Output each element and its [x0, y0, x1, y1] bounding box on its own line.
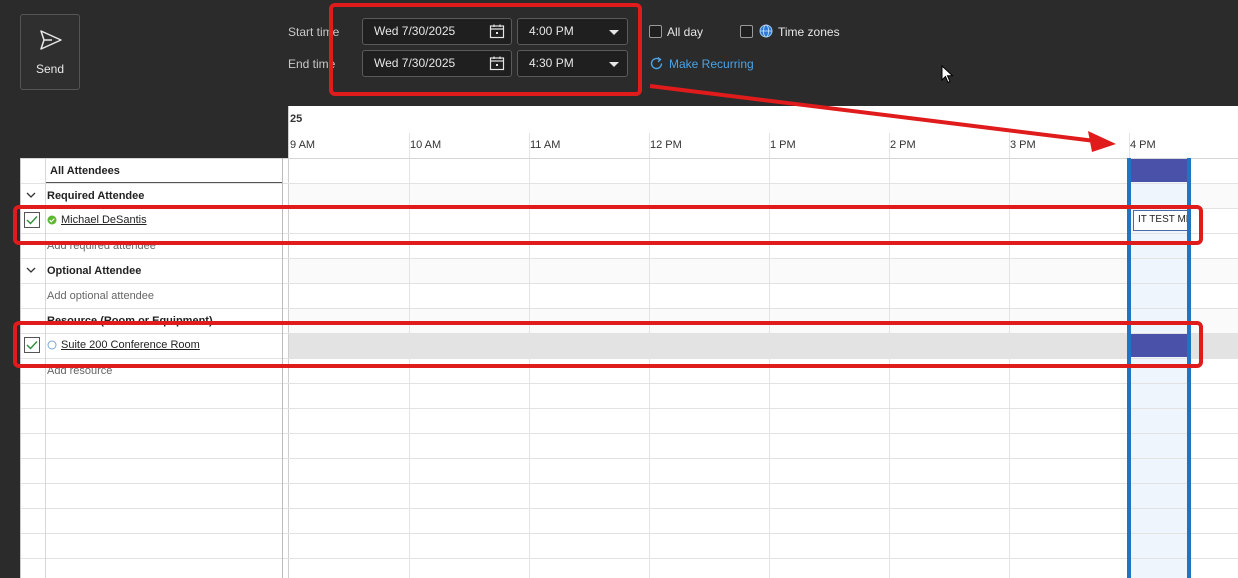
start-time-marker[interactable]: [1127, 158, 1131, 578]
grid-line: [1009, 133, 1010, 578]
end-time-field[interactable]: 4:30 PM: [517, 50, 628, 77]
grid-line: [769, 133, 770, 578]
attendee-checkbox[interactable]: [24, 212, 40, 228]
hour-label: 9 AM: [290, 139, 316, 151]
time-zones-label: Time zones: [778, 25, 840, 39]
send-button[interactable]: Send: [20, 14, 80, 90]
row-divider: [20, 383, 1238, 384]
start-time-label: Start time: [288, 25, 340, 39]
row-divider: [20, 508, 1238, 509]
row-divider: [20, 183, 1238, 184]
add-optional-attendee-input[interactable]: Add optional attendee: [47, 290, 154, 302]
row-divider: [20, 483, 1238, 484]
row-divider: [20, 458, 1238, 459]
end-time-value: 4:30 PM: [529, 56, 574, 70]
row-divider: [20, 208, 1238, 209]
make-recurring-link[interactable]: Make Recurring: [669, 57, 754, 71]
checkmark-icon: [26, 216, 38, 225]
optional-attendee-header: Optional Attendee: [47, 265, 142, 277]
panel-divider: [282, 158, 283, 578]
timeline-date: 25: [290, 113, 303, 125]
resource-busy-block: [1130, 334, 1190, 357]
row-divider: [20, 258, 1238, 259]
end-time-label: End time: [288, 57, 336, 71]
end-date-value: Wed 7/30/2025: [374, 56, 456, 70]
available-status-icon: [47, 215, 57, 225]
start-time-field[interactable]: 4:00 PM: [517, 18, 628, 45]
resource-name[interactable]: Suite 200 Conference Room: [61, 339, 200, 351]
time-zones-checkbox[interactable]: [740, 25, 753, 38]
row-divider: [20, 433, 1238, 434]
row-divider: [20, 533, 1238, 534]
row-divider: [20, 283, 1238, 284]
grid-line: [409, 133, 410, 578]
all-day-label: All day: [667, 25, 704, 39]
unknown-status-icon: [47, 340, 57, 350]
recurring-icon[interactable]: [649, 56, 664, 71]
row-required-header: [288, 183, 1238, 208]
row-divider: [20, 308, 1238, 309]
calendar-icon[interactable]: [489, 23, 505, 39]
end-date-field[interactable]: Wed 7/30/2025: [362, 50, 512, 77]
meeting-block[interactable]: IT TEST ME: [1133, 210, 1190, 231]
row-divider: [20, 558, 1238, 559]
start-date-field[interactable]: Wed 7/30/2025: [362, 18, 512, 45]
add-required-attendee-input[interactable]: Add required attendee: [47, 240, 156, 252]
chevron-down-icon[interactable]: [26, 191, 36, 199]
gutter-border: [45, 158, 46, 578]
start-time-value: 4:00 PM: [529, 24, 574, 38]
add-resource-input[interactable]: Add resource: [47, 365, 112, 377]
grid-line: [529, 133, 530, 578]
resource-busy-row: [288, 333, 1238, 358]
attendee-name[interactable]: Michael DeSantis: [61, 214, 147, 226]
annotation-arrow: [649, 84, 1116, 152]
resource-checkbox[interactable]: [24, 337, 40, 353]
row-divider: [20, 158, 1238, 159]
hour-label: 11 AM: [530, 139, 561, 151]
panel-border: [20, 158, 21, 578]
row-divider: [20, 233, 1238, 234]
hour-label: 10 AM: [410, 139, 442, 151]
calendar-icon[interactable]: [489, 55, 505, 71]
row-divider: [20, 358, 1238, 359]
all-attendees-label: All Attendees: [50, 165, 120, 177]
hour-label: 4 PM: [1130, 139, 1156, 151]
row-divider: [20, 333, 1238, 334]
send-label: Send: [35, 62, 65, 76]
start-date-value: Wed 7/30/2025: [374, 24, 456, 38]
all-attendees-underline: [46, 182, 282, 183]
grid-corner: [20, 106, 288, 158]
chevron-down-icon[interactable]: [609, 62, 619, 67]
row-divider: [20, 408, 1238, 409]
row-resource-header: [288, 308, 1238, 333]
chevron-down-icon[interactable]: [609, 30, 619, 35]
row-optional-header: [288, 258, 1238, 283]
all-day-checkbox[interactable]: [649, 25, 662, 38]
checkmark-icon: [26, 341, 38, 350]
globe-icon: [759, 24, 773, 38]
required-attendee-header: Required Attendee: [47, 190, 145, 202]
grid-line: [649, 133, 650, 578]
grid-line: [889, 133, 890, 578]
all-attendees-busy-block: [1130, 159, 1190, 182]
resource-header: Resource (Room or Equipment): [47, 315, 213, 327]
chevron-down-icon[interactable]: [26, 266, 36, 274]
send-icon: [40, 30, 62, 50]
end-time-marker[interactable]: [1187, 158, 1191, 578]
